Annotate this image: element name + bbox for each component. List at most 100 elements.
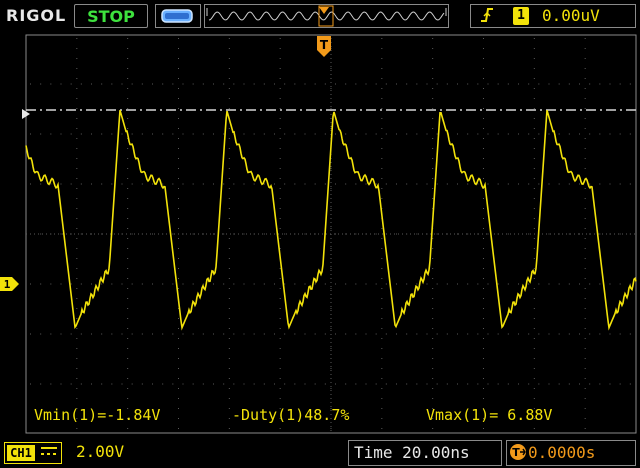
grid-dot [426, 83, 428, 85]
grid-dot [330, 168, 332, 169]
grid-dot [406, 283, 408, 285]
grid-dot [30, 333, 31, 335]
grid-dot [483, 398, 484, 399]
grid-dot [381, 58, 383, 59]
grid-dot [279, 268, 281, 269]
grid-dot [432, 318, 434, 319]
trigger-level-marker[interactable] [22, 104, 30, 119]
waveform-display[interactable] [0, 34, 640, 434]
grid-dot [228, 228, 230, 229]
grid-dot [178, 258, 179, 259]
grid-dot [50, 133, 52, 135]
grid-dot [91, 333, 92, 335]
grid-dot [533, 58, 535, 59]
grid-dot [483, 318, 484, 319]
grid-dot [228, 198, 230, 199]
grid-dot [584, 248, 586, 249]
grid-dot [432, 178, 434, 179]
grid-dot [584, 78, 586, 79]
grid-dot [381, 48, 383, 49]
grid-dot [385, 333, 387, 335]
grid-dot [396, 233, 397, 235]
grid-dot [483, 128, 484, 129]
grid-dot [533, 178, 535, 179]
grid-dot [584, 298, 586, 299]
grid-dot [228, 308, 230, 309]
grid-dot [568, 133, 570, 135]
grid-dot [228, 268, 230, 269]
grid-dot [432, 338, 434, 339]
grid-dot [385, 133, 387, 135]
grid-dot [483, 38, 484, 39]
grid-dot [330, 288, 332, 289]
measurement-vmax: Vmax(1)= 6.88V [426, 406, 553, 424]
grid-dot [131, 183, 133, 185]
grid-dot [80, 183, 82, 185]
grid-dot [228, 288, 230, 289]
grid-dot [91, 83, 92, 85]
grid-dot [182, 183, 184, 185]
grid-dot [127, 168, 129, 169]
grid-dot [507, 133, 509, 135]
svg-text:T: T [512, 446, 520, 459]
grid-dot [584, 218, 586, 219]
grid-dot [178, 218, 179, 219]
grid-dot [294, 183, 296, 185]
grid-dot [284, 333, 286, 335]
grid-dot [330, 308, 332, 309]
grid-dot [406, 133, 408, 135]
grid-dot [111, 333, 113, 335]
grid-dot [294, 83, 296, 85]
grid-dot [483, 298, 484, 299]
grid-dot [127, 238, 129, 239]
grid-dot [518, 133, 519, 135]
grid-dot [589, 383, 591, 385]
grid-dot [324, 333, 326, 335]
grid-dot [152, 183, 153, 185]
grid-dot [599, 83, 601, 85]
grid-dot [263, 183, 265, 185]
run-stop-button[interactable]: STOP [74, 4, 148, 28]
grid-dot [579, 383, 580, 385]
grid-dot [533, 278, 535, 279]
grid-dot [80, 133, 82, 135]
grid-dot [558, 333, 560, 335]
trigger-position-marker[interactable]: T [315, 34, 333, 60]
grid-dot [381, 88, 383, 89]
grid-dot [538, 383, 540, 385]
grid-dot [432, 298, 434, 299]
grid-dot [127, 58, 129, 59]
channel-1-ground-marker[interactable]: 1 [0, 276, 20, 292]
grid-dot [533, 338, 535, 339]
grid-dot [243, 283, 245, 285]
grid-dot [253, 283, 255, 285]
grid-dot [172, 383, 174, 385]
grid-dot [599, 183, 601, 185]
grid-dot [228, 328, 230, 329]
grid-dot [483, 48, 484, 49]
grid-dot [121, 83, 123, 85]
grid-dot [483, 258, 484, 259]
grid-dot [70, 283, 72, 285]
grid-dot [330, 68, 332, 69]
grid-dot [385, 383, 387, 385]
grid-dot [60, 83, 62, 85]
grid-dot [533, 118, 535, 119]
grid-dot [533, 48, 535, 49]
grid-dot [182, 283, 184, 285]
grid-dot [76, 118, 78, 119]
grid-dot [619, 383, 621, 385]
grid-dot [76, 198, 78, 199]
grid-dot [76, 318, 78, 319]
grid-dot [381, 118, 383, 119]
grid-dot [533, 208, 535, 209]
grid-dot [432, 58, 434, 59]
grid-dot [483, 88, 484, 89]
grid-dot [127, 348, 129, 349]
memory-trigger-marker [319, 0, 329, 14]
channel-1-scale: 2.00V [76, 442, 125, 461]
trigger-level-readout: 0.00uV [542, 6, 600, 25]
grid-dot [584, 128, 586, 129]
grid-dot [568, 333, 570, 335]
grid-dot [483, 358, 484, 359]
